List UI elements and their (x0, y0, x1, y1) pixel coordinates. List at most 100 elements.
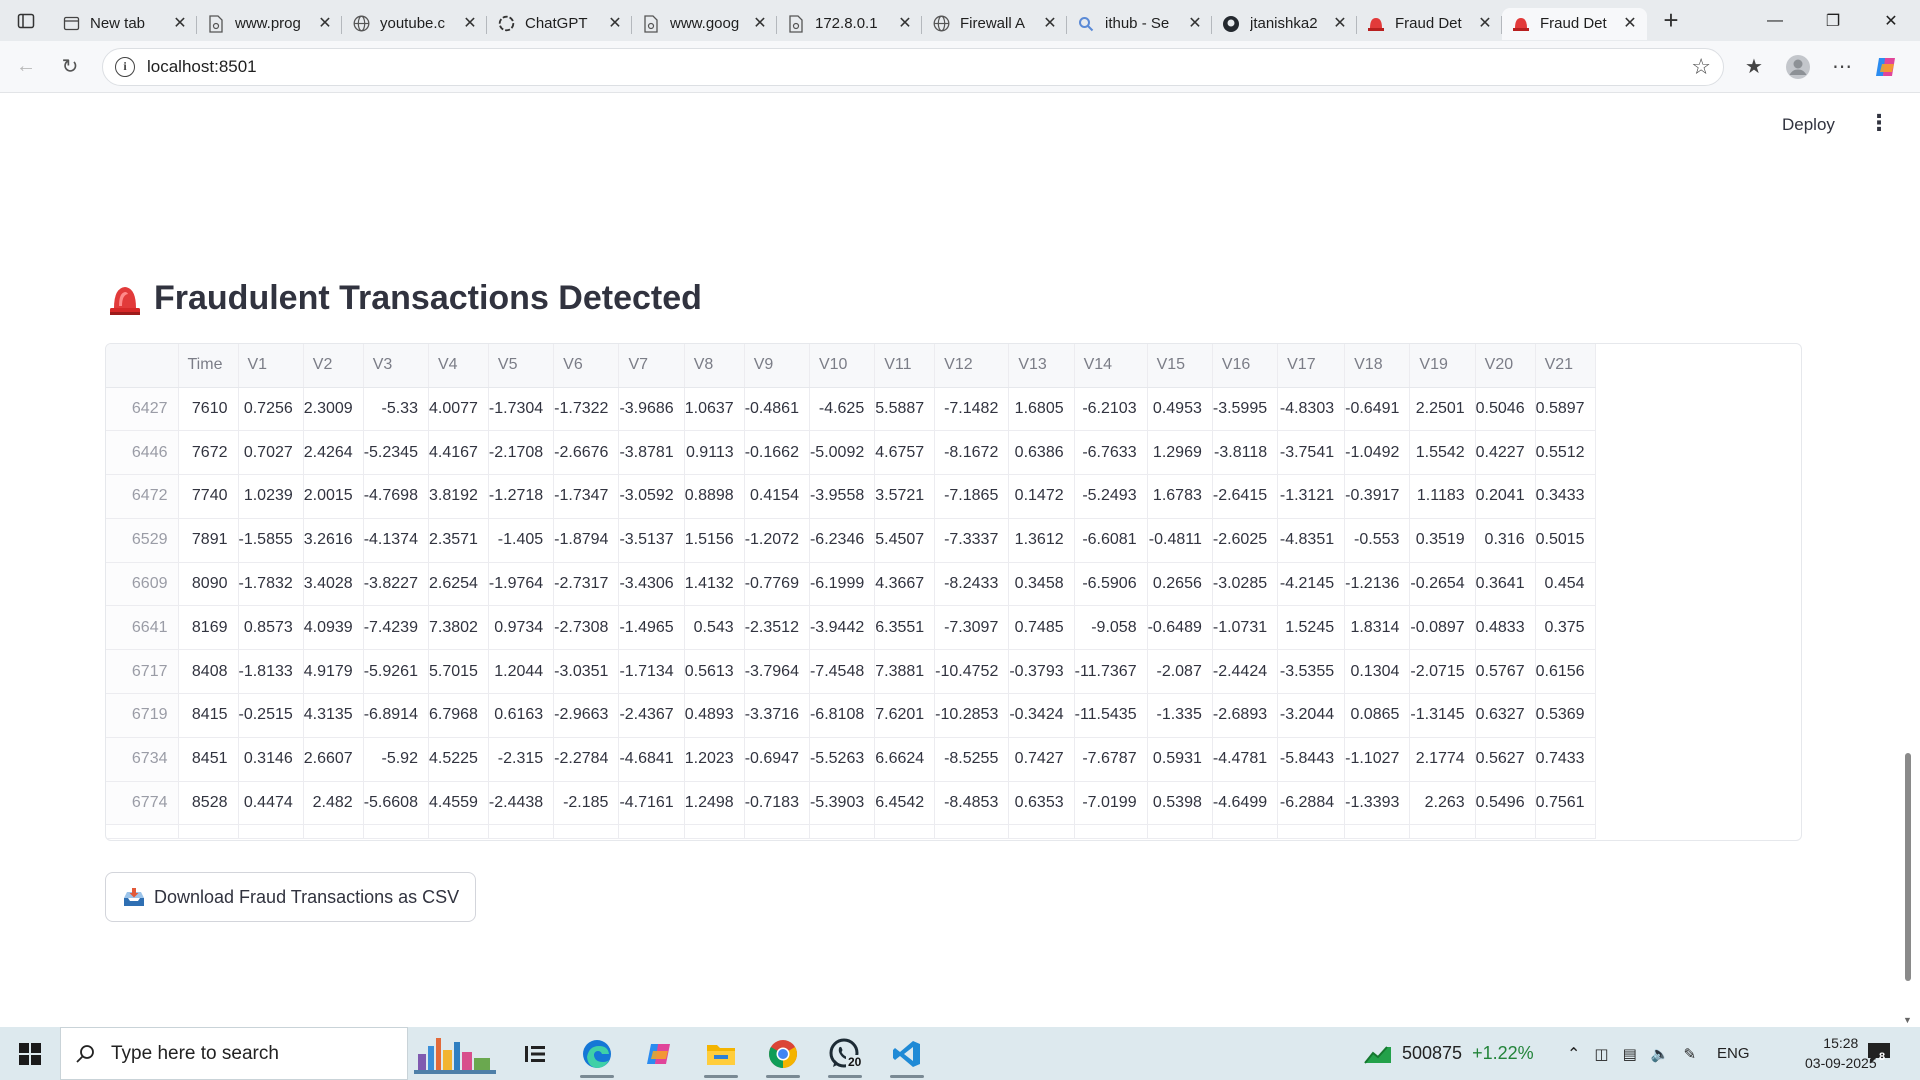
column-header[interactable]: V18 (1344, 344, 1411, 388)
table-cell[interactable]: -3.0285 (1212, 562, 1279, 607)
page-scrollbar[interactable]: ▼ (1902, 93, 1914, 1027)
table-cell[interactable]: 0.8573 (238, 605, 304, 651)
table-cell[interactable]: 3.2616 (303, 518, 364, 563)
table-cell[interactable]: 0.4893 (684, 693, 745, 738)
table-cell[interactable]: 0.2041 (1475, 474, 1536, 519)
table-cell[interactable]: -5.2345 (363, 430, 429, 476)
table-cell[interactable]: 0.4474 (238, 781, 304, 826)
table-cell[interactable]: -7.4548 (809, 649, 876, 695)
table-cell[interactable]: -1.3145 (1409, 693, 1476, 738)
table-cell[interactable]: -3.0351 (553, 649, 620, 695)
table-cell[interactable]: -10.4752 (934, 649, 1010, 695)
table-cell[interactable]: 1.6783 (1147, 474, 1213, 519)
table-cell[interactable]: 4.3135 (303, 693, 364, 738)
table-cell[interactable]: -11.5435 (1074, 693, 1148, 738)
table-cell[interactable]: 7.3881 (874, 649, 936, 695)
row-index-cell[interactable]: 6446 (106, 430, 179, 476)
fraud-dataframe[interactable]: Time V1 V2 V3 V4 V5 V6 V7 V8 V9 V10 V11 V12 V13 V14 V15… (105, 343, 1802, 841)
copilot-icon[interactable] (1864, 49, 1908, 85)
close-tab-icon[interactable]: ✕ (461, 15, 479, 33)
column-header[interactable]: V7 (618, 344, 685, 388)
table-cell[interactable]: 0.3433 (1535, 474, 1596, 519)
close-tab-icon[interactable]: ✕ (316, 15, 334, 33)
column-header[interactable]: V13 (1008, 344, 1075, 388)
table-cell[interactable]: 0.5512 (1535, 430, 1596, 476)
table-cell[interactable]: 2.6607 (303, 737, 364, 782)
table-cell[interactable]: -7.1482 (934, 387, 1010, 432)
browser-tab[interactable]: www.goog ✕ (632, 8, 777, 40)
table-cell[interactable]: 0.9113 (684, 430, 745, 476)
table-cell[interactable]: 6.3551 (874, 605, 936, 651)
table-cell[interactable]: 8090 (178, 562, 239, 607)
table-cell[interactable]: 1.4132 (684, 562, 745, 607)
table-cell[interactable]: -0.4811 (1147, 518, 1213, 563)
table-cell[interactable]: 2.263 (1409, 781, 1476, 826)
table-cell[interactable]: -2.2784 (553, 737, 620, 782)
table-row[interactable]: 6446 7672 0.7027 2.4264 -5.2345 4.4167 -2.1708… (106, 430, 1596, 476)
scrollbar-thumb[interactable] (1905, 753, 1911, 981)
table-cell[interactable]: 0.7256 (238, 387, 304, 432)
scroll-down-icon[interactable]: ▼ (1903, 1015, 1912, 1025)
close-tab-icon[interactable]: ✕ (751, 15, 769, 33)
table-cell[interactable]: 0.7427 (1008, 737, 1075, 782)
table-cell[interactable]: -1.5855 (238, 518, 304, 563)
table-row[interactable]: 6719 8415 -0.2515 4.3135 -6.8914 6.7968 0.6163… (106, 693, 1596, 738)
table-cell[interactable]: 0.375 (1535, 605, 1596, 651)
table-row[interactable]: 6472 7740 1.0239 2.0015 -4.7698 3.8192 -1.2718… (106, 474, 1596, 519)
column-header[interactable]: V11 (874, 344, 936, 388)
row-index-cell[interactable]: 6609 (106, 562, 179, 607)
stock-widget[interactable]: 500875 +1.22% (1364, 1027, 1534, 1080)
table-cell[interactable]: 1.2023 (684, 737, 745, 782)
table-cell[interactable]: -1.7322 (553, 387, 620, 432)
table-cell[interactable]: -2.185 (553, 781, 620, 826)
column-header[interactable] (106, 344, 179, 388)
row-index-cell[interactable]: 6641 (106, 605, 179, 651)
more-menu-icon[interactable]: ⋯ (1820, 49, 1864, 85)
table-cell[interactable]: -7.3097 (934, 605, 1010, 651)
table-cell[interactable]: 1.1183 (1409, 474, 1476, 519)
task-view-icon[interactable] (504, 1027, 566, 1080)
table-cell[interactable]: -1.3121 (1277, 474, 1346, 519)
download-csv-button[interactable]: Download Fraud Transactions as CSV (105, 872, 477, 922)
table-cell[interactable]: 4.0077 (428, 387, 489, 432)
table-cell[interactable]: -0.4861 (744, 387, 810, 432)
table-cell[interactable]: -2.7317 (553, 562, 620, 607)
close-tab-icon[interactable]: ✕ (171, 15, 189, 33)
table-cell[interactable]: 5.4507 (874, 518, 936, 563)
table-cell[interactable]: -0.3424 (1008, 693, 1075, 738)
table-cell[interactable]: -6.5906 (1074, 562, 1148, 607)
browser-tab[interactable]: ithub - Se ✕ (1067, 8, 1212, 40)
table-cell[interactable]: -5.2493 (1074, 474, 1148, 519)
table-cell[interactable]: -2.0715 (1409, 649, 1476, 695)
table-cell[interactable]: -11.7367 (1074, 649, 1148, 695)
language-indicator[interactable]: ENG (1717, 1045, 1750, 1062)
table-cell[interactable]: 0.3458 (1008, 562, 1075, 607)
table-cell[interactable]: -0.3917 (1344, 474, 1411, 519)
table-cell[interactable]: 0.5897 (1535, 387, 1596, 432)
table-row[interactable]: 6641 8169 0.8573 4.0939 -7.4239 7.3802 0.9734-… (106, 605, 1596, 651)
column-header[interactable]: Time (178, 344, 239, 388)
table-cell[interactable]: 0.316 (1475, 518, 1536, 563)
table-cell[interactable]: 0.8898 (684, 474, 745, 519)
volume-icon[interactable]: 🔈 (1651, 1045, 1670, 1063)
table-cell[interactable]: 6.4542 (874, 781, 936, 826)
table-cell[interactable]: -8.5255 (934, 737, 1010, 782)
table-cell[interactable]: 1.8314 (1344, 605, 1411, 651)
column-header[interactable]: V20 (1475, 344, 1536, 388)
table-cell[interactable]: -3.9558 (809, 474, 876, 519)
table-cell[interactable]: 0.5627 (1475, 737, 1536, 782)
table-cell[interactable]: -4.2145 (1277, 562, 1346, 607)
start-button[interactable] (0, 1027, 60, 1080)
table-cell[interactable]: 0.5767 (1475, 649, 1536, 695)
table-cell[interactable]: -0.1662 (744, 430, 810, 476)
favorite-star-icon[interactable]: ☆ (1691, 54, 1711, 80)
table-cell[interactable]: -1.2136 (1344, 562, 1411, 607)
table-cell[interactable]: -8.1672 (934, 430, 1010, 476)
table-cell[interactable]: 8415 (178, 693, 239, 738)
deploy-button[interactable]: Deploy (1782, 115, 1835, 135)
meet-now-icon[interactable]: ◫ (1594, 1045, 1608, 1063)
table-cell[interactable]: -1.3393 (1344, 781, 1411, 826)
table-cell[interactable]: 0.7433 (1535, 737, 1596, 782)
profile-avatar[interactable] (1776, 49, 1820, 85)
table-cell[interactable]: 0.7561 (1535, 781, 1596, 826)
